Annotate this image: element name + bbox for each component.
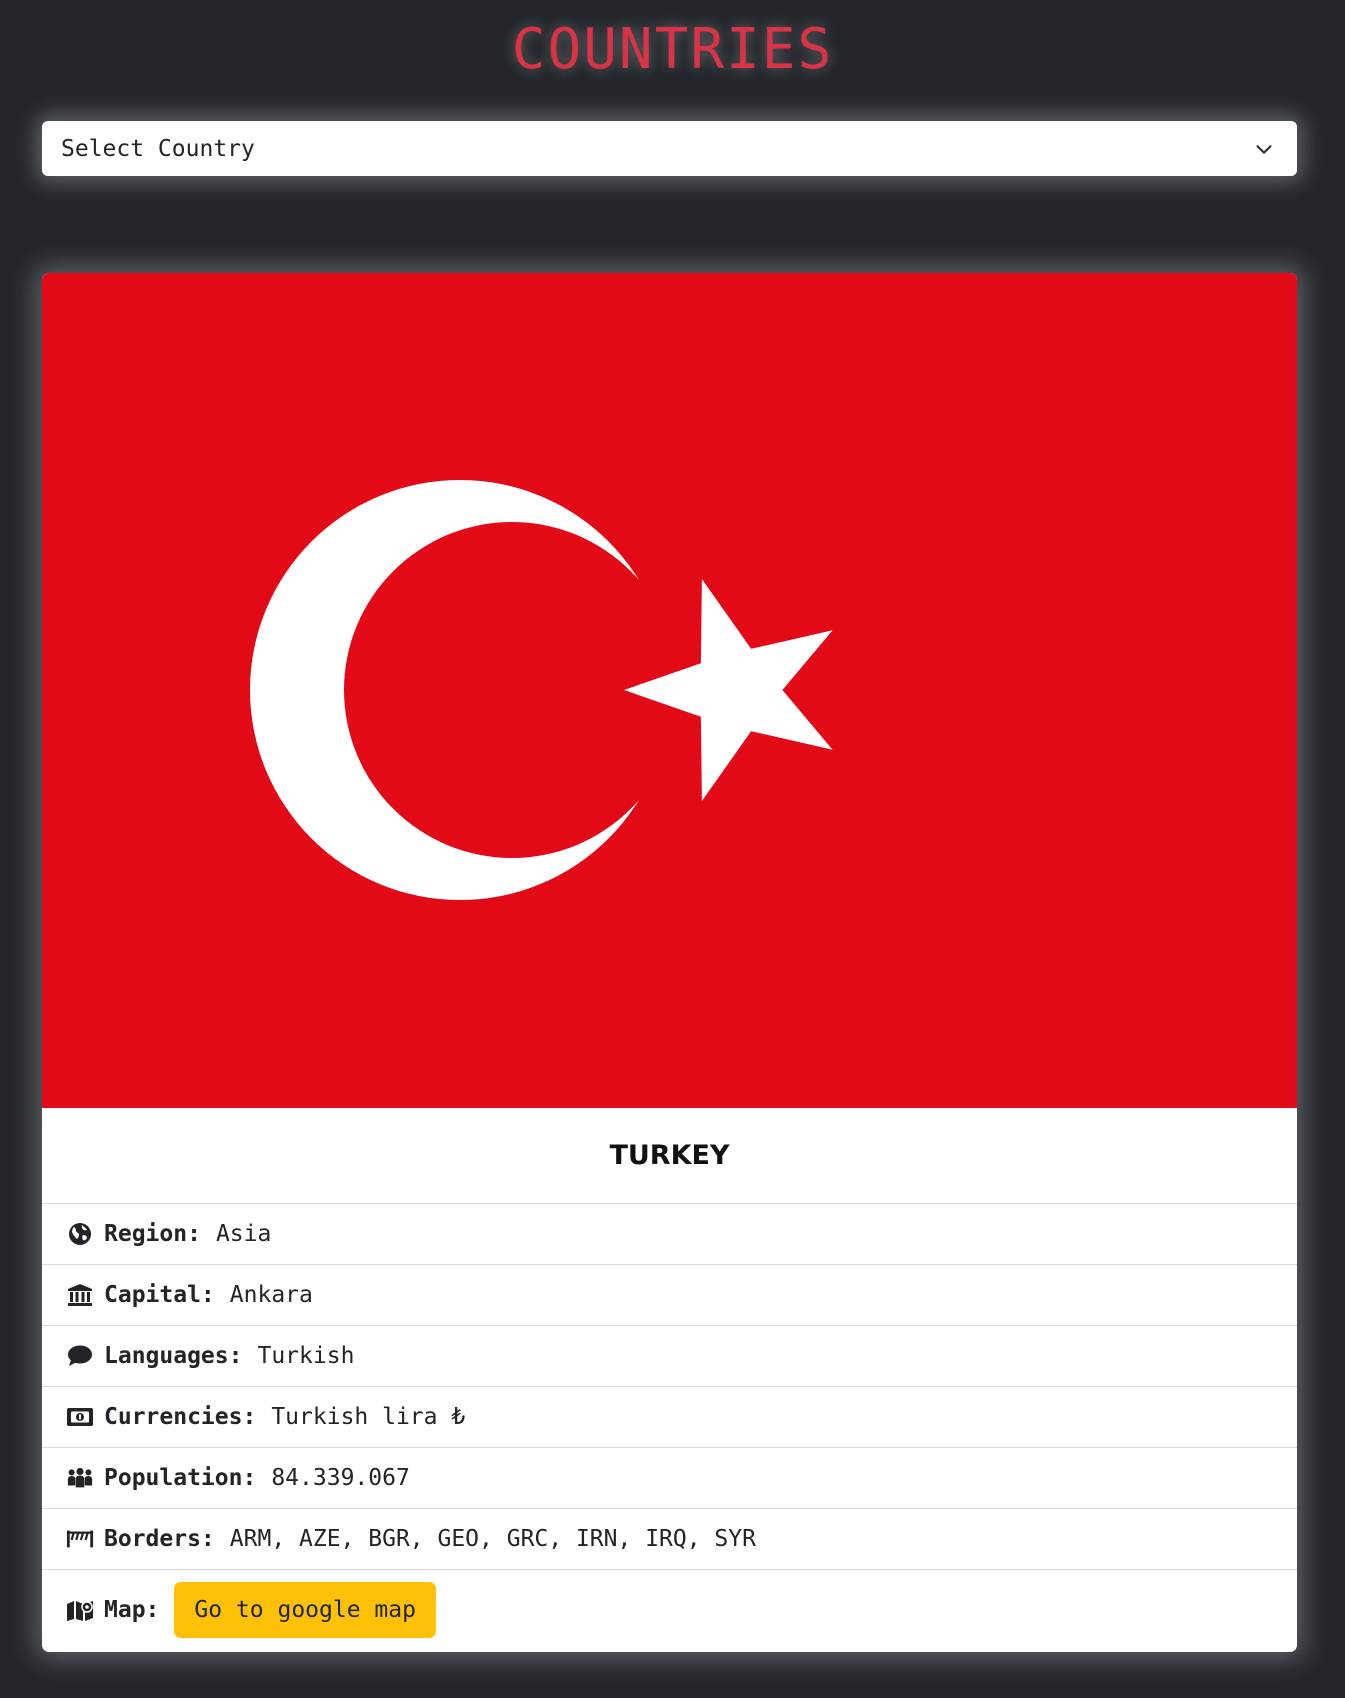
landmark-icon — [66, 1282, 94, 1308]
languages-label: Languages: — [104, 1343, 243, 1369]
map-icon — [66, 1597, 94, 1623]
region-label: Region: — [104, 1221, 201, 1247]
map-label: Map: — [104, 1597, 160, 1623]
region-row: Region: Asia — [42, 1204, 1297, 1265]
currencies-value: Turkish lira ₺ — [271, 1404, 466, 1430]
languages-value: Turkish — [257, 1343, 355, 1369]
people-icon — [66, 1465, 94, 1491]
currencies-row: Currencies: Turkish lira ₺ — [42, 1387, 1297, 1448]
fence-icon — [66, 1526, 94, 1552]
population-label: Population: — [104, 1465, 257, 1491]
app-title: COUNTRIES — [511, 17, 834, 82]
country-name: TURKEY — [42, 1108, 1297, 1204]
capital-value: Ankara — [229, 1282, 313, 1308]
map-row: Map: Go to google map — [42, 1570, 1297, 1650]
country-select[interactable]: Select Country — [42, 121, 1297, 176]
population-row: Population: 84.339.067 — [42, 1448, 1297, 1509]
capital-label: Capital: — [104, 1282, 215, 1308]
comment-icon — [66, 1343, 94, 1369]
languages-row: Languages: Turkish — [42, 1326, 1297, 1387]
country-card: TURKEY Region: Asia Capital: Ankara Lang… — [42, 273, 1297, 1652]
currencies-label: Currencies: — [104, 1404, 257, 1430]
region-value: Asia — [215, 1221, 272, 1247]
google-map-button[interactable]: Go to google map — [174, 1582, 436, 1638]
chevron-down-icon — [1256, 144, 1272, 154]
turkey-flag — [42, 273, 1297, 1108]
borders-label: Borders: — [104, 1526, 215, 1552]
population-value: 84.339.067 — [271, 1465, 410, 1491]
capital-row: Capital: Ankara — [42, 1265, 1297, 1326]
country-select-value: Select Country — [61, 135, 255, 162]
borders-row: Borders: ARM, AZE, BGR, GEO, GRC, IRN, I… — [42, 1509, 1297, 1570]
borders-value: ARM, AZE, BGR, GEO, GRC, IRN, IRQ, SYR — [229, 1526, 756, 1552]
globe-icon — [66, 1221, 94, 1247]
money-bill-icon — [66, 1404, 94, 1430]
